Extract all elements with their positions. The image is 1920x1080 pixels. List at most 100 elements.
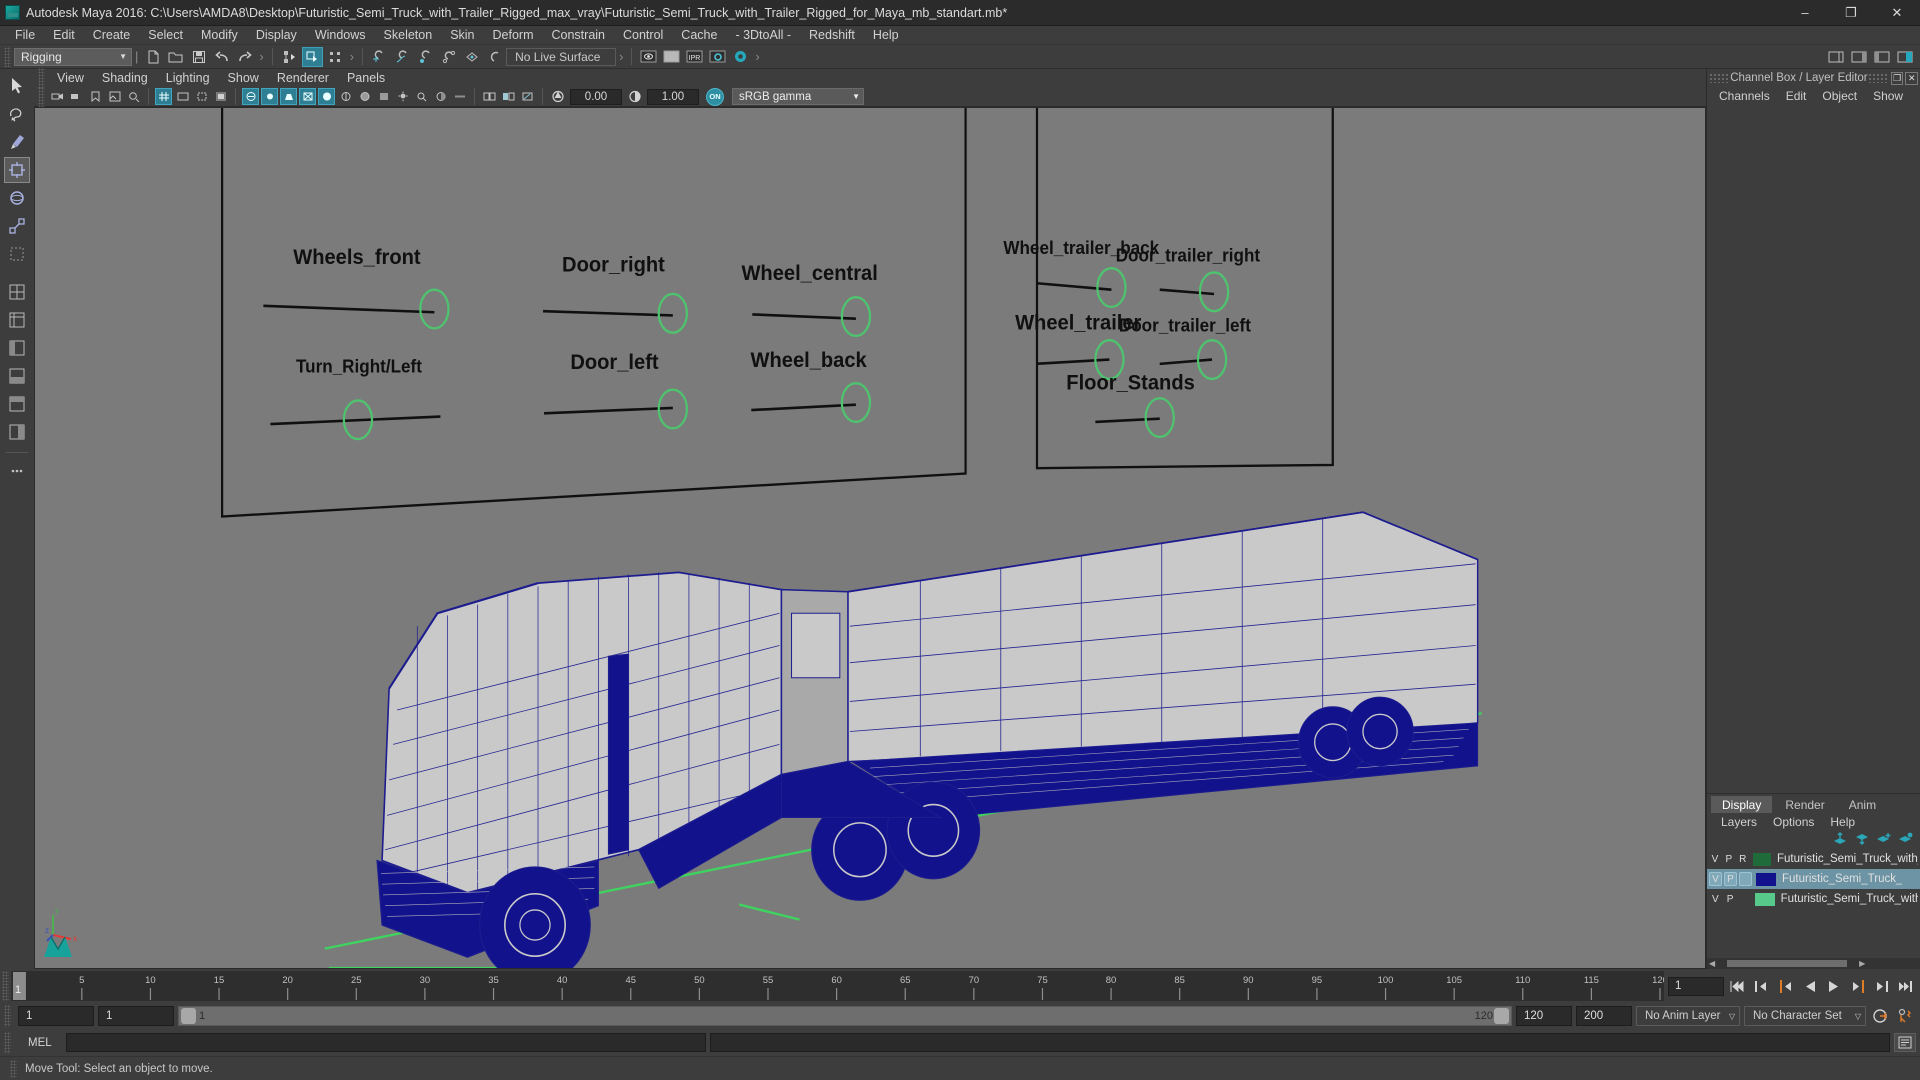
menu-redshift[interactable]: Redshift bbox=[800, 26, 864, 45]
panel-menu-lighting[interactable]: Lighting bbox=[157, 69, 219, 87]
step-back-frame-icon[interactable] bbox=[1751, 976, 1772, 996]
hypershade-layout[interactable] bbox=[4, 391, 30, 417]
snap-to-grid-icon[interactable] bbox=[369, 47, 390, 67]
layer-color-swatch[interactable] bbox=[1752, 852, 1771, 866]
range-left-handle[interactable] bbox=[181, 1008, 196, 1024]
layer-color-swatch[interactable] bbox=[1756, 872, 1776, 886]
gate-mask-icon[interactable] bbox=[212, 88, 229, 105]
minimize-button[interactable]: – bbox=[1782, 0, 1828, 26]
tab-render[interactable]: Render bbox=[1774, 796, 1836, 813]
smooth-shade-icon[interactable] bbox=[318, 88, 335, 105]
outliner-persp-layout[interactable] bbox=[4, 419, 30, 445]
table-row[interactable]: V P R Futuristic_Semi_Truck_with_T bbox=[1707, 849, 1920, 869]
dock-grip[interactable] bbox=[1709, 73, 1731, 83]
animation-start-time-field[interactable]: 1 bbox=[18, 1006, 94, 1026]
single-perspective-layout[interactable] bbox=[4, 279, 30, 305]
edit-menu[interactable]: Edit bbox=[1778, 89, 1815, 103]
nurbs-control-circle[interactable] bbox=[419, 288, 450, 330]
range-slider[interactable]: 1 120 bbox=[178, 1006, 1512, 1026]
auto-key-icon[interactable] bbox=[1870, 1006, 1891, 1026]
undo-icon[interactable] bbox=[211, 47, 232, 67]
step-forward-frame-icon[interactable] bbox=[1871, 976, 1892, 996]
scroll-left-icon[interactable]: ◀ bbox=[1709, 959, 1715, 968]
persp-graph-layout[interactable] bbox=[4, 363, 30, 389]
smooth-shade-all-icon[interactable] bbox=[337, 88, 354, 105]
layer-display-type-toggle[interactable] bbox=[1739, 872, 1752, 886]
menu-select[interactable]: Select bbox=[139, 26, 192, 45]
texture-toggle-icon[interactable] bbox=[375, 88, 392, 105]
redo-icon[interactable] bbox=[234, 47, 255, 67]
help-menu[interactable]: Help bbox=[1822, 815, 1863, 829]
nurbs-control-circle[interactable] bbox=[1198, 271, 1230, 313]
image-plane-icon[interactable] bbox=[106, 88, 123, 105]
exposure-value[interactable]: 0.00 bbox=[570, 88, 622, 105]
film-gate-icon[interactable] bbox=[174, 88, 191, 105]
gamma-icon[interactable] bbox=[626, 88, 643, 105]
anim-layer-selector[interactable]: No Anim Layer ▽ bbox=[1636, 1006, 1740, 1026]
layer-color-swatch[interactable] bbox=[1755, 892, 1775, 906]
range-start-field[interactable]: 1 bbox=[98, 1006, 174, 1026]
layer-visibility-toggle[interactable]: V bbox=[1709, 892, 1722, 906]
select-by-component-icon[interactable] bbox=[325, 47, 346, 67]
last-tool-used[interactable] bbox=[4, 241, 30, 267]
new-scene-icon[interactable] bbox=[142, 47, 163, 67]
shadows-icon[interactable] bbox=[413, 88, 430, 105]
layer-playback-toggle[interactable]: P bbox=[1724, 872, 1737, 886]
snap-to-projected-center-icon[interactable] bbox=[438, 47, 459, 67]
status-grip[interactable] bbox=[10, 1059, 17, 1078]
bookmark-icon[interactable] bbox=[87, 88, 104, 105]
animation-preferences-icon[interactable] bbox=[1895, 1006, 1916, 1026]
open-scene-icon[interactable] bbox=[165, 47, 186, 67]
persp-viewport[interactable]: Wheels_front Door_right Wheel_central Turn_… bbox=[34, 107, 1706, 969]
layer-name[interactable]: Futuristic_Semi_Truck_ bbox=[1782, 873, 1902, 885]
nurbs-control-circle[interactable] bbox=[1096, 266, 1127, 309]
timeline-grip[interactable] bbox=[2, 971, 9, 1001]
layer-name[interactable]: Futuristic_Semi_Truck_with bbox=[1781, 893, 1918, 905]
lasso-select-tool[interactable] bbox=[4, 101, 30, 127]
menu-modify[interactable]: Modify bbox=[192, 26, 247, 45]
panel-menu-show[interactable]: Show bbox=[219, 69, 268, 87]
save-scene-icon[interactable] bbox=[188, 47, 209, 67]
new-layer-from-selected-icon[interactable] bbox=[1898, 832, 1914, 848]
select-by-hierarchy-icon[interactable] bbox=[279, 47, 300, 67]
ipr-render-icon[interactable]: IPR bbox=[684, 47, 705, 67]
play-forwards-icon[interactable] bbox=[1823, 976, 1844, 996]
maximize-button[interactable]: ❐ bbox=[1828, 0, 1874, 26]
new-layer-icon[interactable] bbox=[1876, 832, 1892, 848]
two-d-pan-zoom-icon[interactable] bbox=[125, 88, 142, 105]
menu-create[interactable]: Create bbox=[84, 26, 140, 45]
menu-set-selector[interactable]: Rigging ▼ bbox=[14, 47, 132, 66]
play-backwards-icon[interactable] bbox=[1799, 976, 1820, 996]
panel-menu-panels[interactable]: Panels bbox=[338, 69, 394, 87]
menu-edit[interactable]: Edit bbox=[44, 26, 84, 45]
rotate-tool[interactable] bbox=[4, 185, 30, 211]
sidebar-channel-box-icon[interactable] bbox=[1894, 47, 1915, 67]
menu-skin[interactable]: Skin bbox=[441, 26, 483, 45]
move-tool[interactable] bbox=[4, 157, 30, 183]
menu-skeleton[interactable]: Skeleton bbox=[375, 26, 442, 45]
character-set-selector[interactable]: No Character Set ▽ bbox=[1744, 1006, 1866, 1026]
persp-outliner-layout[interactable] bbox=[4, 335, 30, 361]
nurbs-control-circle[interactable] bbox=[657, 292, 689, 334]
nurbs-control-circle[interactable] bbox=[840, 382, 872, 424]
command-result-field[interactable] bbox=[709, 1033, 1890, 1052]
menu-help[interactable]: Help bbox=[864, 26, 908, 45]
panel-menu-renderer[interactable]: Renderer bbox=[268, 69, 338, 87]
go-to-end-icon[interactable] bbox=[1895, 976, 1916, 996]
layer-playback-toggle[interactable]: P bbox=[1724, 892, 1737, 906]
step-forward-key-icon[interactable] bbox=[1847, 976, 1868, 996]
layer-visibility-toggle[interactable]: V bbox=[1709, 852, 1721, 866]
dock-grip[interactable] bbox=[1867, 73, 1889, 83]
menu-constrain[interactable]: Constrain bbox=[543, 26, 615, 45]
render-settings-icon[interactable] bbox=[707, 47, 728, 67]
layer-display-type-toggle[interactable] bbox=[1738, 892, 1751, 906]
wireframe-icon[interactable] bbox=[299, 88, 316, 105]
menu-file[interactable]: File bbox=[6, 26, 44, 45]
close-button[interactable]: ✕ bbox=[1874, 0, 1920, 26]
table-row[interactable]: V P Futuristic_Semi_Truck_with bbox=[1707, 889, 1920, 909]
hypershade-icon[interactable] bbox=[730, 47, 751, 67]
layer-list-scrollbar[interactable]: ◀ ▶ bbox=[1707, 958, 1920, 969]
show-menu[interactable]: Show bbox=[1865, 89, 1911, 103]
panel-menu-shading[interactable]: Shading bbox=[93, 69, 157, 87]
command-grip[interactable] bbox=[4, 1031, 11, 1054]
